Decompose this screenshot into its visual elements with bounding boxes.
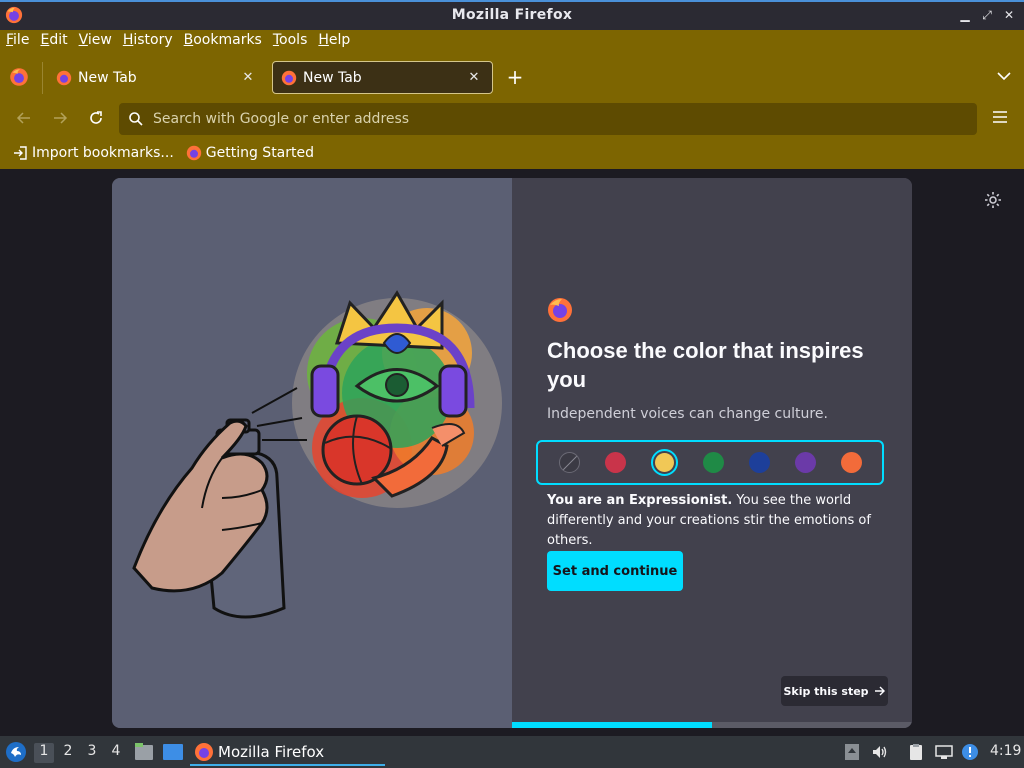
menu-bar: File Edit View History Bookmarks Tools H…: [0, 30, 1024, 52]
swatch-red[interactable]: [604, 452, 626, 473]
arrow-left-icon: [16, 112, 30, 124]
hamburger-menu-icon[interactable]: [992, 109, 1008, 125]
chevron-down-icon[interactable]: [996, 68, 1012, 84]
forward-button[interactable]: [48, 106, 72, 130]
tray-eject-icon[interactable]: [843, 743, 861, 761]
firefox-favicon-icon: [281, 70, 297, 85]
skip-label: Skip this step: [783, 684, 869, 698]
bookmark-import[interactable]: Import bookmarks...: [12, 145, 174, 161]
illustration-panel: [112, 178, 512, 728]
window-title: Mozilla Firefox: [451, 7, 573, 23]
description-title: You are an Expressionist.: [547, 493, 733, 508]
tab-label: New Tab: [78, 69, 137, 86]
firefox-favicon-icon: [56, 70, 72, 85]
firefox-icon: [186, 145, 201, 161]
notification-icon[interactable]: [961, 743, 979, 761]
navigation-toolbar: [0, 100, 1024, 136]
minimize-icon[interactable]: ▁: [958, 6, 972, 24]
tab-separator: [42, 62, 43, 94]
menu-tools[interactable]: Tools: [273, 30, 314, 52]
workspace-2[interactable]: 2: [58, 743, 78, 763]
tab-label: New Tab: [303, 69, 362, 86]
choose-color-panel: Choose the color that inspires you Indep…: [512, 178, 912, 728]
firefox-logo-icon: [548, 298, 572, 322]
bookmark-getting-started[interactable]: Getting Started: [186, 145, 314, 161]
color-description: You are an Expressionist. You see the wo…: [547, 491, 892, 551]
tab-new-tab-2[interactable]: New Tab ✕: [272, 61, 493, 94]
swatch-blue[interactable]: [748, 452, 770, 473]
bookmark-label: Getting Started: [205, 145, 315, 161]
swatch-purple[interactable]: [794, 452, 816, 473]
set-and-continue-button[interactable]: Set and continue: [547, 551, 683, 591]
color-swatch-group: [536, 440, 884, 485]
menu-view[interactable]: View: [79, 30, 118, 52]
menu-file[interactable]: File: [6, 30, 35, 52]
browser-chrome: File Edit View History Bookmarks Tools H…: [0, 30, 1024, 169]
workspace-1[interactable]: 1: [34, 743, 54, 763]
arrow-right-icon: [54, 112, 68, 124]
tab-strip: New Tab ✕ New Tab ✕ +: [0, 56, 1024, 98]
arrow-right-icon: [874, 686, 885, 696]
menu-help[interactable]: Help: [318, 30, 356, 52]
start-menu-icon[interactable]: [5, 741, 27, 763]
desktop-icon[interactable]: [162, 742, 184, 762]
skip-step-button[interactable]: Skip this step: [781, 676, 888, 706]
system-taskbar: 1 2 3 4 Mozilla Firefox 4:19: [0, 736, 1024, 768]
menu-bookmarks[interactable]: Bookmarks: [184, 30, 268, 52]
file-manager-icon[interactable]: [133, 742, 155, 762]
swatch-orange[interactable]: [840, 452, 862, 473]
close-tab-icon[interactable]: ✕: [240, 70, 256, 86]
taskbar-task-label: Mozilla Firefox: [218, 742, 325, 761]
onboarding-card: Choose the color that inspires you Indep…: [112, 178, 912, 728]
onboarding-heading: Choose the color that inspires you: [547, 338, 864, 392]
close-window-icon[interactable]: ✕: [1002, 6, 1016, 24]
bookmarks-toolbar: Import bookmarks... Getting Started: [0, 142, 1024, 164]
reload-icon: [90, 111, 102, 124]
bookmark-label: Import bookmarks...: [32, 145, 174, 161]
page-content: Choose the color that inspires you Indep…: [0, 169, 1024, 736]
clipboard-icon[interactable]: [907, 743, 925, 761]
menu-edit[interactable]: Edit: [40, 30, 73, 52]
window-titlebar: Mozilla Firefox ▁ ⤢ ✕: [0, 0, 1024, 30]
window-controls: ▁ ⤢ ✕: [958, 6, 1016, 24]
maximize-icon[interactable]: ⤢: [980, 6, 994, 24]
new-tab-plus-icon[interactable]: +: [504, 65, 526, 89]
gear-icon[interactable]: [983, 190, 1003, 210]
import-icon: [14, 146, 27, 160]
search-icon: [129, 112, 143, 126]
taskbar-firefox-window[interactable]: Mozilla Firefox: [190, 739, 385, 766]
address-bar[interactable]: [119, 103, 977, 135]
progress-fill: [512, 722, 712, 728]
swatch-yellow[interactable]: [650, 449, 678, 476]
reload-button[interactable]: [84, 106, 108, 130]
swatch-none[interactable]: [558, 452, 580, 473]
address-input[interactable]: [153, 103, 953, 135]
back-button[interactable]: [12, 106, 36, 130]
firefox-view-icon[interactable]: [8, 66, 30, 88]
close-tab-icon[interactable]: ✕: [466, 70, 482, 86]
onboarding-progress-bar: [512, 722, 912, 728]
network-icon[interactable]: [935, 743, 953, 761]
tab-new-tab-1[interactable]: New Tab ✕: [48, 61, 266, 94]
taskbar-clock: 4:19: [990, 743, 1022, 759]
onboarding-subheading: Independent voices can change culture.: [547, 406, 828, 422]
menu-history[interactable]: History: [123, 30, 179, 52]
workspace-4[interactable]: 4: [106, 743, 126, 763]
spray-can-illustration: [132, 290, 502, 619]
volume-icon[interactable]: [871, 743, 889, 761]
swatch-green[interactable]: [702, 452, 724, 473]
firefox-icon: [195, 742, 213, 761]
workspace-3[interactable]: 3: [82, 743, 102, 763]
